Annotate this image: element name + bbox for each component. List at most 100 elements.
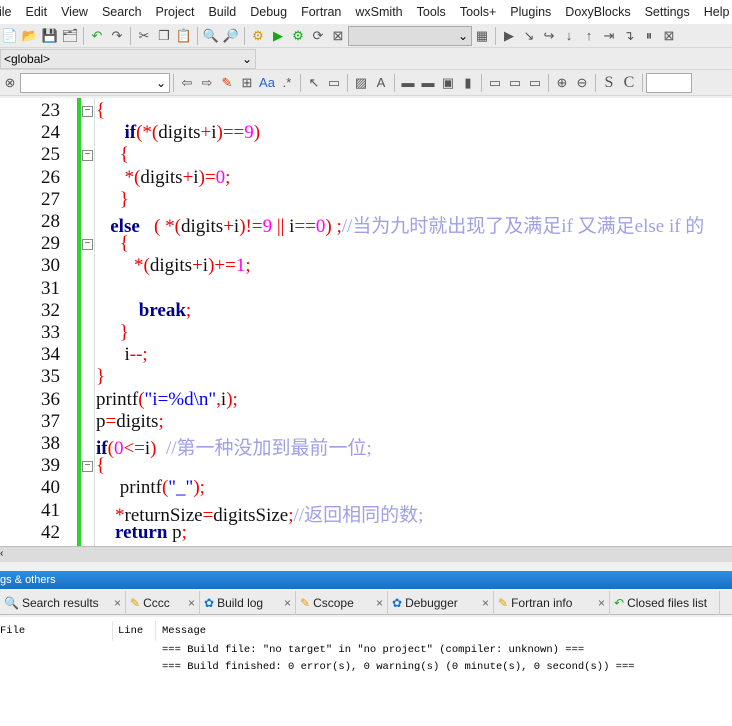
- step-instruction-icon[interactable]: ↴: [620, 27, 638, 45]
- pointer-icon[interactable]: ↖: [305, 74, 323, 92]
- regex-icon[interactable]: .*: [278, 74, 296, 92]
- pause-icon[interactable]: ⏸: [640, 27, 658, 45]
- close-tab-icon[interactable]: ×: [278, 596, 291, 610]
- close-tab-icon[interactable]: ×: [370, 596, 383, 610]
- code-editor[interactable]: 23 24 25 26 27 28 29 30 31 32 33 34 35 36 37 38 39 40 41 42…: [0, 98, 732, 546]
- stop-debug-icon[interactable]: ⊠: [660, 27, 678, 45]
- code-line[interactable]: if(0<=i) //第一种没加到最前一位;: [96, 433, 372, 460]
- code-line[interactable]: return p;: [96, 522, 187, 544]
- menu-ile[interactable]: ile: [0, 5, 19, 19]
- menu-project[interactable]: Project: [149, 5, 202, 19]
- block4-icon[interactable]: ▮: [459, 74, 477, 92]
- code-line[interactable]: *(digits+i)=0;: [96, 167, 231, 189]
- block3-icon[interactable]: ▣: [439, 74, 457, 92]
- cut-icon[interactable]: ✂: [135, 27, 153, 45]
- shape3-icon[interactable]: ▭: [526, 74, 544, 92]
- code-line[interactable]: {: [96, 144, 129, 166]
- next-line-icon[interactable]: ↪: [540, 27, 558, 45]
- zoom-out-icon[interactable]: ⊖: [573, 74, 591, 92]
- build-run-icon[interactable]: ⚙: [289, 27, 307, 45]
- tab-cscope[interactable]: ✎ Cscope ×: [296, 591, 388, 615]
- code-line[interactable]: {: [96, 233, 129, 255]
- copy-icon[interactable]: ❐: [155, 27, 173, 45]
- run-to-cursor-icon[interactable]: ↘: [520, 27, 538, 45]
- forward-icon[interactable]: ⇨: [198, 74, 216, 92]
- menu-debug[interactable]: Debug: [243, 5, 294, 19]
- code-line[interactable]: printf("_");: [96, 477, 205, 499]
- run-icon[interactable]: ▶: [269, 27, 287, 45]
- shape2-icon[interactable]: ▭: [506, 74, 524, 92]
- build-target-combo[interactable]: ⌄: [348, 25, 472, 46]
- code-line[interactable]: {: [96, 455, 105, 477]
- step-out-icon[interactable]: ↑: [580, 27, 598, 45]
- code-line[interactable]: break;: [96, 300, 191, 322]
- code-line[interactable]: i--;: [96, 344, 148, 366]
- block1-icon[interactable]: ▬: [399, 74, 417, 92]
- image-icon[interactable]: ▨: [352, 74, 370, 92]
- menu-plugins[interactable]: Plugins: [503, 5, 558, 19]
- s-icon[interactable]: S: [600, 74, 618, 92]
- menu-tools[interactable]: Tools+: [453, 5, 503, 19]
- match-case-icon[interactable]: Aa: [258, 74, 276, 92]
- column-message[interactable]: Message: [162, 625, 206, 637]
- menu-search[interactable]: Search: [95, 5, 149, 19]
- tab-build-log[interactable]: ✿ Build log ×: [200, 591, 296, 615]
- tab-cccc[interactable]: ✎ Cccc ×: [126, 591, 200, 615]
- back-icon[interactable]: ⇦: [178, 74, 196, 92]
- next-instruction-icon[interactable]: ⇥: [600, 27, 618, 45]
- code-line[interactable]: *(digits+i)+=1;: [96, 255, 251, 277]
- c-icon[interactable]: C: [620, 74, 638, 92]
- save-icon[interactable]: 💾: [41, 27, 59, 45]
- replace-icon[interactable]: 🔎: [222, 27, 240, 45]
- clear-icon[interactable]: ⊗: [1, 74, 19, 92]
- zoom-in-icon[interactable]: ⊕: [553, 74, 571, 92]
- menu-view[interactable]: View: [54, 5, 95, 19]
- open-icon[interactable]: 📂: [21, 27, 39, 45]
- menu-edit[interactable]: Edit: [19, 5, 55, 19]
- code-line[interactable]: printf("i=%d\n",i);: [96, 389, 238, 411]
- paste-icon[interactable]: 📋: [175, 27, 193, 45]
- selected-text-icon[interactable]: ⊞: [238, 74, 256, 92]
- undo-icon[interactable]: ↶: [88, 27, 106, 45]
- close-tab-icon[interactable]: ×: [182, 596, 195, 610]
- menu-fortran[interactable]: Fortran: [294, 5, 348, 19]
- shape1-icon[interactable]: ▭: [486, 74, 504, 92]
- code-line[interactable]: if(*(digits+i)==9): [96, 122, 261, 144]
- tab-search-results[interactable]: 🔍 Search results ×: [0, 591, 126, 615]
- menu-doxyblocks[interactable]: DoxyBlocks: [558, 5, 637, 19]
- build-icon[interactable]: ⚙: [249, 27, 267, 45]
- redo-icon[interactable]: ↷: [108, 27, 126, 45]
- code-line[interactable]: else ( *(digits+i)!=9 || i==0) ;//当为九时就出…: [96, 211, 704, 238]
- abort-icon[interactable]: ⊠: [329, 27, 347, 45]
- code-line[interactable]: p=digits;: [96, 411, 164, 433]
- close-tab-icon[interactable]: ×: [476, 596, 489, 610]
- step-into-icon[interactable]: ↓: [560, 27, 578, 45]
- menu-settings[interactable]: Settings: [638, 5, 697, 19]
- highlight-icon[interactable]: ✎: [218, 74, 236, 92]
- fold-toggle-icon[interactable]: −: [82, 461, 93, 473]
- close-tab-icon[interactable]: ×: [592, 596, 605, 610]
- close-tab-icon[interactable]: ×: [108, 596, 121, 610]
- column-line[interactable]: Line: [118, 625, 143, 637]
- fold-toggle-icon[interactable]: −: [82, 150, 93, 162]
- scope-combo[interactable]: <global> ⌄: [0, 48, 256, 69]
- target-options-icon[interactable]: ▦: [473, 27, 491, 45]
- block2-icon[interactable]: ▬: [419, 74, 437, 92]
- fold-toggle-icon[interactable]: −: [82, 106, 93, 117]
- menu-tools[interactable]: Tools: [410, 5, 453, 19]
- rectangle-icon[interactable]: ▭: [325, 74, 343, 92]
- find-icon[interactable]: 🔍: [202, 27, 220, 45]
- horizontal-scrollbar[interactable]: ‹: [0, 546, 732, 562]
- tab-debugger[interactable]: ✿ Debugger ×: [388, 591, 494, 615]
- toolbar-input[interactable]: [646, 72, 692, 93]
- code-line[interactable]: }: [96, 366, 105, 388]
- menu-wxsmith[interactable]: wxSmith: [348, 5, 409, 19]
- menu-help[interactable]: Help: [697, 5, 732, 19]
- search-combo[interactable]: ⌄: [20, 72, 170, 93]
- fold-toggle-icon[interactable]: −: [82, 239, 93, 251]
- save-all-icon[interactable]: 🗂: [61, 27, 79, 45]
- tab-closed-files-list[interactable]: ↶ Closed files list: [610, 591, 720, 615]
- debug-icon[interactable]: ▶: [500, 27, 518, 45]
- tab-fortran-info[interactable]: ✎ Fortran info ×: [494, 591, 610, 615]
- code-line[interactable]: }: [96, 189, 129, 211]
